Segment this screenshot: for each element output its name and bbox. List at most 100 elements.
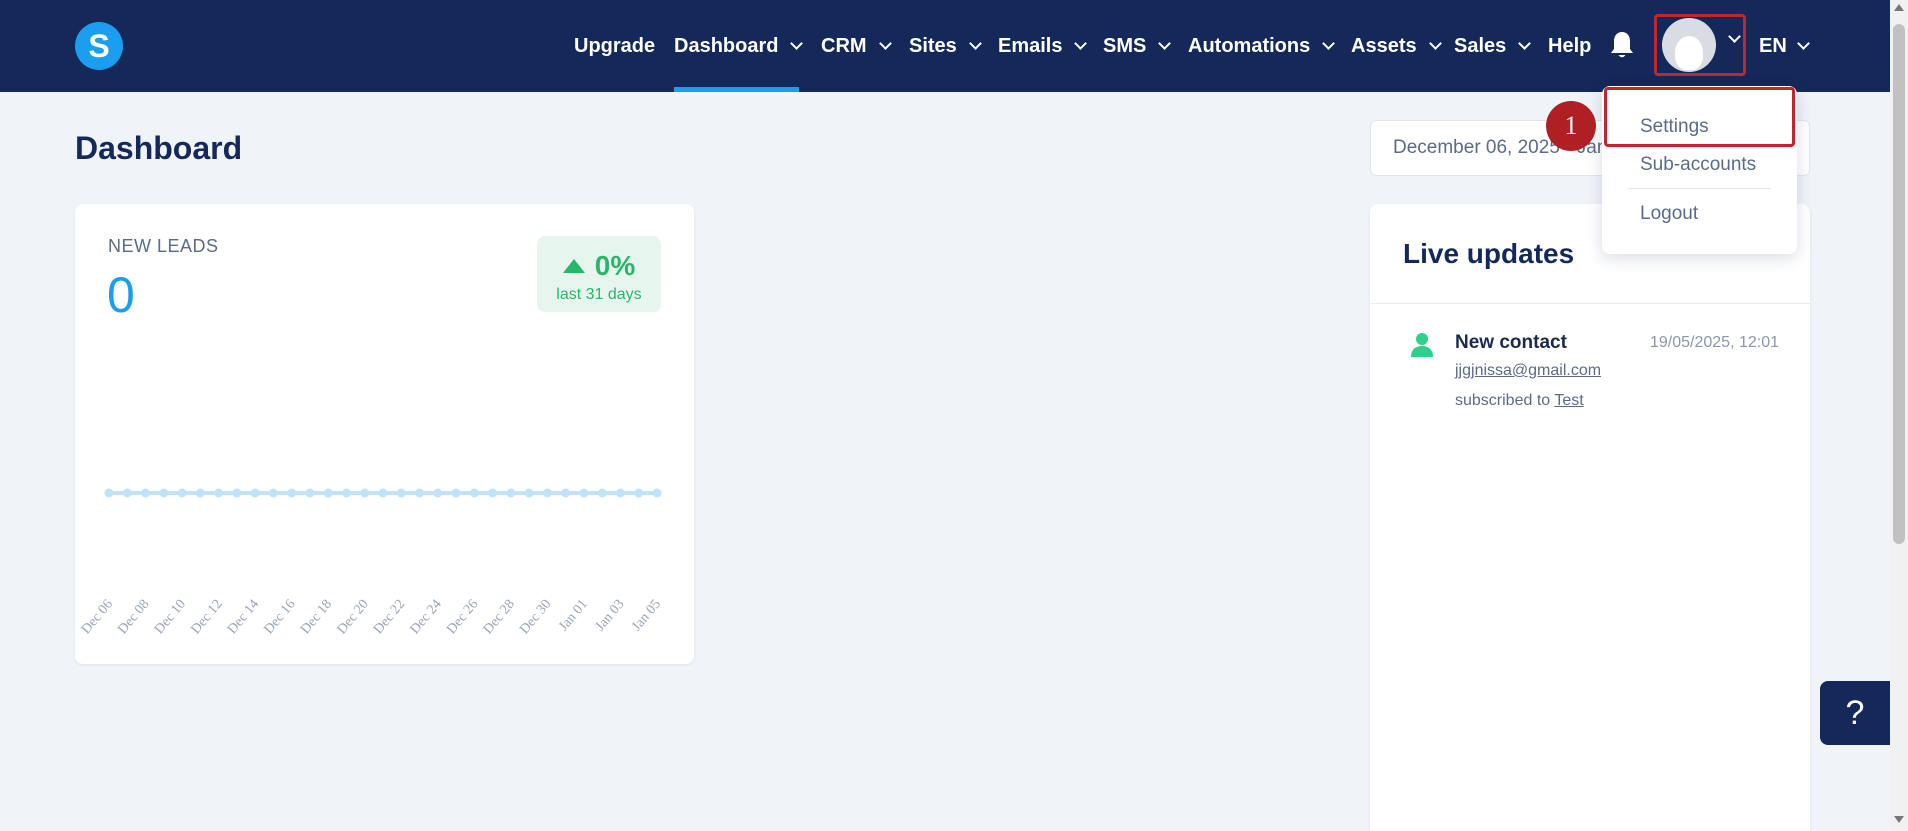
- data-point[interactable]: [433, 488, 443, 498]
- nav-label: Upgrade: [574, 34, 656, 57]
- nav-label: Help: [1548, 34, 1592, 57]
- data-point[interactable]: [488, 488, 498, 498]
- data-point[interactable]: [177, 488, 187, 498]
- data-point[interactable]: [415, 488, 425, 498]
- nav-sales[interactable]: Sales: [1454, 0, 1532, 92]
- logo-letter: S: [88, 27, 110, 64]
- x-tick-label: Dec 16: [261, 597, 298, 637]
- data-point[interactable]: [141, 488, 151, 498]
- nav-label: SMS: [1103, 34, 1147, 57]
- nav-label: CRM: [821, 34, 867, 57]
- x-tick-label: Jan 05: [629, 597, 664, 634]
- page-title: Dashboard: [75, 130, 243, 166]
- list-link[interactable]: Test: [1554, 392, 1583, 409]
- scroll-down-arrow-icon[interactable]: [1894, 816, 1904, 823]
- data-point[interactable]: [561, 488, 571, 498]
- chevron-down-icon: [1074, 36, 1088, 50]
- nav-label: Sites: [909, 34, 957, 57]
- data-point[interactable]: [396, 488, 406, 498]
- x-tick-label: Dec 24: [408, 597, 445, 637]
- chevron-down-icon: [1428, 36, 1442, 50]
- contact-email-link[interactable]: jjgjnissa@gmail.com: [1455, 362, 1601, 380]
- data-point[interactable]: [214, 488, 224, 498]
- nav-sms[interactable]: SMS: [1103, 0, 1172, 92]
- data-point[interactable]: [378, 488, 388, 498]
- live-updates-panel: Live updates New contact 19/05/2025, 12:…: [1370, 204, 1810, 831]
- step-badge: 1: [1546, 101, 1596, 151]
- nav-label: Emails: [998, 34, 1063, 57]
- chevron-down-icon: [1796, 36, 1810, 50]
- x-tick-label: Dec 22: [371, 597, 408, 637]
- data-point[interactable]: [159, 488, 169, 498]
- chevron-down-icon: [1518, 36, 1532, 50]
- menu-divider: [1628, 188, 1771, 189]
- settings-highlight: [1604, 87, 1795, 147]
- avatar[interactable]: [1662, 18, 1716, 72]
- nav-emails[interactable]: Emails: [998, 0, 1088, 92]
- data-point[interactable]: [615, 488, 625, 498]
- data-point[interactable]: [597, 488, 607, 498]
- chevron-down-icon: [1322, 36, 1336, 50]
- new-leads-card: NEW LEADS 0 0% last 31 days Dec 06 Dec 08…: [75, 204, 694, 664]
- update-title: New contact: [1455, 332, 1567, 353]
- chevron-down-icon: [790, 36, 804, 50]
- nav-help[interactable]: Help: [1548, 0, 1591, 92]
- nav-label: Automations: [1188, 34, 1311, 57]
- scroll-up-arrow-icon[interactable]: [1894, 4, 1904, 11]
- x-tick-label: Dec 06: [79, 597, 116, 637]
- data-point[interactable]: [524, 488, 534, 498]
- update-timestamp: 19/05/2025, 12:01: [1650, 334, 1780, 351]
- nav-dashboard[interactable]: Dashboard: [674, 0, 804, 92]
- data-point[interactable]: [469, 488, 479, 498]
- data-point[interactable]: [579, 488, 589, 498]
- nav-label: Assets: [1351, 34, 1417, 57]
- x-tick-label: Jan 01: [556, 597, 591, 634]
- data-point[interactable]: [451, 488, 461, 498]
- data-point[interactable]: [104, 488, 114, 498]
- x-tick-label: Dec 14: [225, 597, 262, 637]
- data-point[interactable]: [341, 488, 351, 498]
- nav-upgrade[interactable]: Upgrade: [574, 0, 655, 92]
- x-tick-label: Dec 12: [188, 597, 225, 637]
- x-tick-label: Dec 28: [481, 597, 518, 637]
- data-point[interactable]: [652, 488, 662, 498]
- scrollbar-thumb[interactable]: [1893, 24, 1905, 544]
- help-button[interactable]: ?: [1820, 681, 1890, 745]
- menu-item-sub-accounts[interactable]: Sub-accounts: [1640, 154, 1756, 176]
- data-point[interactable]: [634, 488, 644, 498]
- app-logo[interactable]: S: [75, 22, 123, 70]
- menu-item-logout[interactable]: Logout: [1640, 203, 1698, 225]
- x-tick-label: Dec 18: [298, 597, 335, 637]
- x-tick-label: Dec 26: [444, 597, 481, 637]
- nav-assets[interactable]: Assets: [1351, 0, 1442, 92]
- x-tick-label: Dec 10: [152, 597, 189, 637]
- language-selector[interactable]: EN: [1759, 0, 1810, 92]
- data-point[interactable]: [232, 488, 242, 498]
- data-point[interactable]: [195, 488, 205, 498]
- divider: [1370, 303, 1810, 304]
- data-point[interactable]: [506, 488, 516, 498]
- x-tick-label: Dec 20: [335, 597, 372, 637]
- data-point[interactable]: [268, 488, 278, 498]
- nav-label: Sales: [1454, 34, 1507, 57]
- data-point[interactable]: [360, 488, 370, 498]
- nav-label: Dashboard: [674, 34, 779, 57]
- chevron-down-icon: [968, 36, 982, 50]
- x-tick-label: Jan 03: [593, 597, 628, 634]
- nav-sites[interactable]: Sites: [909, 0, 982, 92]
- leads-chart: Dec 06 Dec 08 Dec 10 Dec 12 Dec 14 Dec 16 Dec …: [79, 488, 664, 637]
- x-tick-label: Dec 08: [115, 597, 152, 637]
- data-point[interactable]: [542, 488, 552, 498]
- bell-icon[interactable]: [1610, 30, 1634, 60]
- data-point[interactable]: [250, 488, 260, 498]
- subscribed-label: subscribed to: [1455, 392, 1551, 409]
- data-point[interactable]: [287, 488, 297, 498]
- data-point[interactable]: [323, 488, 333, 498]
- user-icon: [1411, 333, 1433, 357]
- language-label: EN: [1759, 34, 1787, 57]
- nav-automations[interactable]: Automations: [1188, 0, 1336, 92]
- nav-crm[interactable]: CRM: [821, 0, 892, 92]
- data-point[interactable]: [122, 488, 132, 498]
- data-point[interactable]: [305, 488, 315, 498]
- x-tick-label: Dec 30: [517, 597, 554, 637]
